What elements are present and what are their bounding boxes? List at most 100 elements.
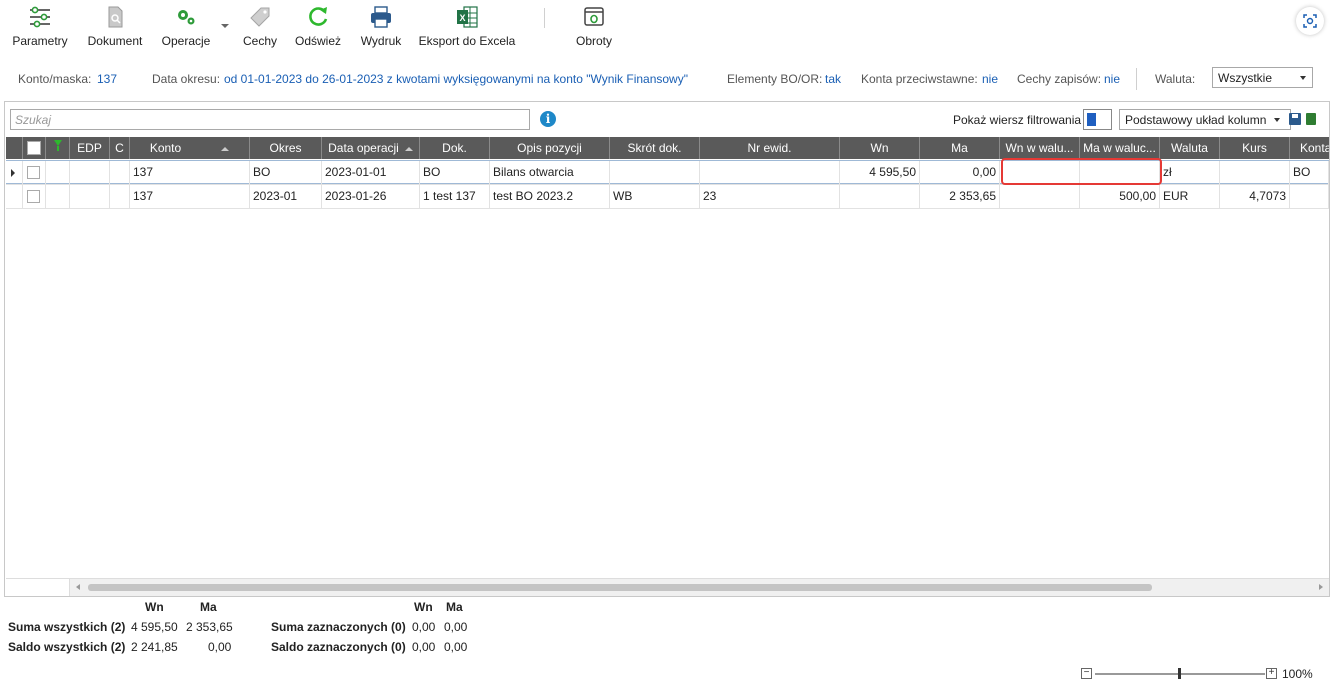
save-layout-icon[interactable] — [1289, 113, 1301, 125]
col-waluta[interactable]: Waluta — [1160, 137, 1220, 159]
filter-icon[interactable] — [54, 140, 62, 151]
horizontal-scrollbar[interactable] — [6, 578, 1329, 596]
przeciw-value[interactable]: nie — [982, 72, 998, 86]
eksport-excel-button[interactable]: X Eksport do Excela — [418, 4, 516, 54]
okres-value[interactable]: od 01-01-2023 do 26-01-2023 z kwotami wy… — [224, 72, 688, 86]
cell-data: 2023-01-26 — [322, 185, 420, 209]
row-indicator-cell — [6, 185, 23, 209]
row-select-cell[interactable] — [23, 161, 46, 185]
col-data[interactable]: Data operacji — [322, 137, 420, 159]
gears-icon — [178, 10, 195, 25]
cell-okres: 2023-01 — [250, 185, 322, 209]
cell-edp — [70, 161, 110, 185]
row-pointer-icon — [11, 169, 15, 177]
row-checkbox[interactable] — [27, 166, 40, 179]
col-edp[interactable]: EDP — [70, 137, 110, 159]
col-c[interactable]: C — [110, 137, 130, 159]
summary-ma-header: Ma — [200, 600, 217, 614]
saldo-wszystkich-wn: 2 241,85 — [131, 640, 178, 654]
column-layout-select[interactable]: Podstawowy układ kolumn — [1119, 109, 1291, 130]
row-filter-cell — [46, 161, 70, 185]
scrollbar-thumb[interactable] — [88, 584, 1152, 591]
saldo-zaznaczonych-wn: 0,00 — [412, 640, 436, 654]
cell-c — [110, 161, 130, 185]
summary-sel-ma-header: Ma — [446, 600, 463, 614]
col-skrot[interactable]: Skrót dok. — [610, 137, 700, 159]
col-konto[interactable]: Konto — [130, 137, 250, 159]
info-icon[interactable]: i — [540, 111, 556, 127]
col-kurs[interactable]: Kurs — [1220, 137, 1290, 159]
wydruk-button[interactable]: Wydruk — [356, 4, 406, 54]
screen-capture-button[interactable] — [1296, 7, 1324, 35]
eksport-label: Eksport do Excela — [418, 34, 516, 48]
svg-text:X: X — [459, 13, 465, 23]
dokument-button[interactable]: Dokument — [84, 4, 146, 54]
col-opis[interactable]: Opis pozycji — [490, 137, 610, 159]
table-row[interactable]: 137 2023-01 2023-01-26 1 test 137 test B… — [6, 185, 1329, 209]
zoom-in-button[interactable]: + — [1266, 668, 1277, 679]
col-ma-waluta[interactable]: Ma w waluc... — [1080, 137, 1160, 159]
cell-dok: 1 test 137 — [420, 185, 490, 209]
cell-opis: Bilans otwarcia — [490, 161, 610, 185]
cell-ma: 0,00 — [920, 161, 1000, 185]
show-filter-row-toggle[interactable] — [1083, 109, 1112, 130]
delete-layout-icon[interactable] — [1306, 113, 1316, 125]
cechy-label: Cechy — [242, 34, 277, 48]
col-wn-waluta[interactable]: Wn w walu... — [1000, 137, 1080, 159]
waluta-selected-value: Wszystkie — [1218, 71, 1272, 85]
operacje-dropdown-icon[interactable] — [221, 24, 229, 28]
header-filter-cell[interactable] — [46, 137, 70, 159]
cell-opis: test BO 2023.2 — [490, 185, 610, 209]
info-divider — [1136, 68, 1137, 90]
toggle-knob — [1087, 113, 1096, 126]
row-checkbox[interactable] — [27, 190, 40, 203]
tag-icon — [250, 7, 270, 27]
cechy-button[interactable]: Cechy — [240, 4, 280, 54]
konto-value[interactable]: 137 — [97, 72, 117, 86]
zoom-slider-thumb[interactable] — [1178, 668, 1181, 679]
document-search-icon — [108, 6, 123, 28]
suma-wszystkich-ma: 2 353,65 — [186, 620, 233, 634]
cell-wn — [840, 185, 920, 209]
bo-label: Elementy BO/OR: — [727, 72, 823, 86]
cechy-zapisow-label: Cechy zapisów: — [1017, 72, 1102, 86]
cell-okres: BO — [250, 161, 322, 185]
cell-data: 2023-01-01 — [322, 161, 420, 185]
bo-value[interactable]: tak — [825, 72, 841, 86]
scroll-right-icon[interactable] — [1319, 584, 1323, 590]
col-data-label: Data operacji — [328, 141, 399, 155]
parametry-button[interactable]: Parametry — [10, 4, 70, 54]
suma-wszystkich-label: Suma wszystkich (2) — [8, 620, 126, 634]
waluta-select[interactable]: Wszystkie — [1212, 67, 1313, 88]
summary-wn-header: Wn — [145, 600, 164, 614]
odswiez-button[interactable]: Odśwież — [293, 4, 343, 54]
cechy-zapisow-value[interactable]: nie — [1104, 72, 1120, 86]
suma-zaznaczonych-wn: 0,00 — [412, 620, 436, 634]
obroty-button[interactable]: Obroty — [570, 4, 618, 54]
toolbar-divider — [544, 8, 545, 28]
select-all-checkbox[interactable] — [27, 141, 41, 155]
header-select-all[interactable] — [23, 137, 46, 159]
operacje-label: Operacje — [161, 34, 211, 48]
row-select-cell[interactable] — [23, 185, 46, 209]
sort-asc-icon — [404, 146, 413, 151]
zoom-level: 100% — [1282, 667, 1313, 681]
cell-skrot — [610, 161, 700, 185]
col-wn[interactable]: Wn — [840, 137, 920, 159]
col-konto-label: Konto — [149, 141, 182, 155]
scroll-left-icon[interactable] — [76, 584, 80, 590]
toolbar: Parametry Dokument Operacje Cechy Odświe — [0, 0, 1331, 60]
col-dok[interactable]: Dok. — [420, 137, 490, 159]
cell-skrot: WB — [610, 185, 700, 209]
col-okres[interactable]: Okres — [250, 137, 322, 159]
column-layout-value: Podstawowy układ kolumn — [1125, 113, 1267, 127]
operacje-button[interactable]: Operacje — [158, 4, 214, 54]
col-nrewid[interactable]: Nr ewid. — [700, 137, 840, 159]
col-ma[interactable]: Ma — [920, 137, 1000, 159]
col-konta[interactable]: Konta — [1290, 137, 1329, 159]
zoom-out-button[interactable]: − — [1081, 668, 1092, 679]
scrollbar-corner — [6, 579, 70, 596]
chevron-down-icon — [1300, 76, 1306, 80]
cell-konto: 137 — [130, 161, 250, 185]
search-input[interactable]: Szukaj — [10, 109, 530, 130]
